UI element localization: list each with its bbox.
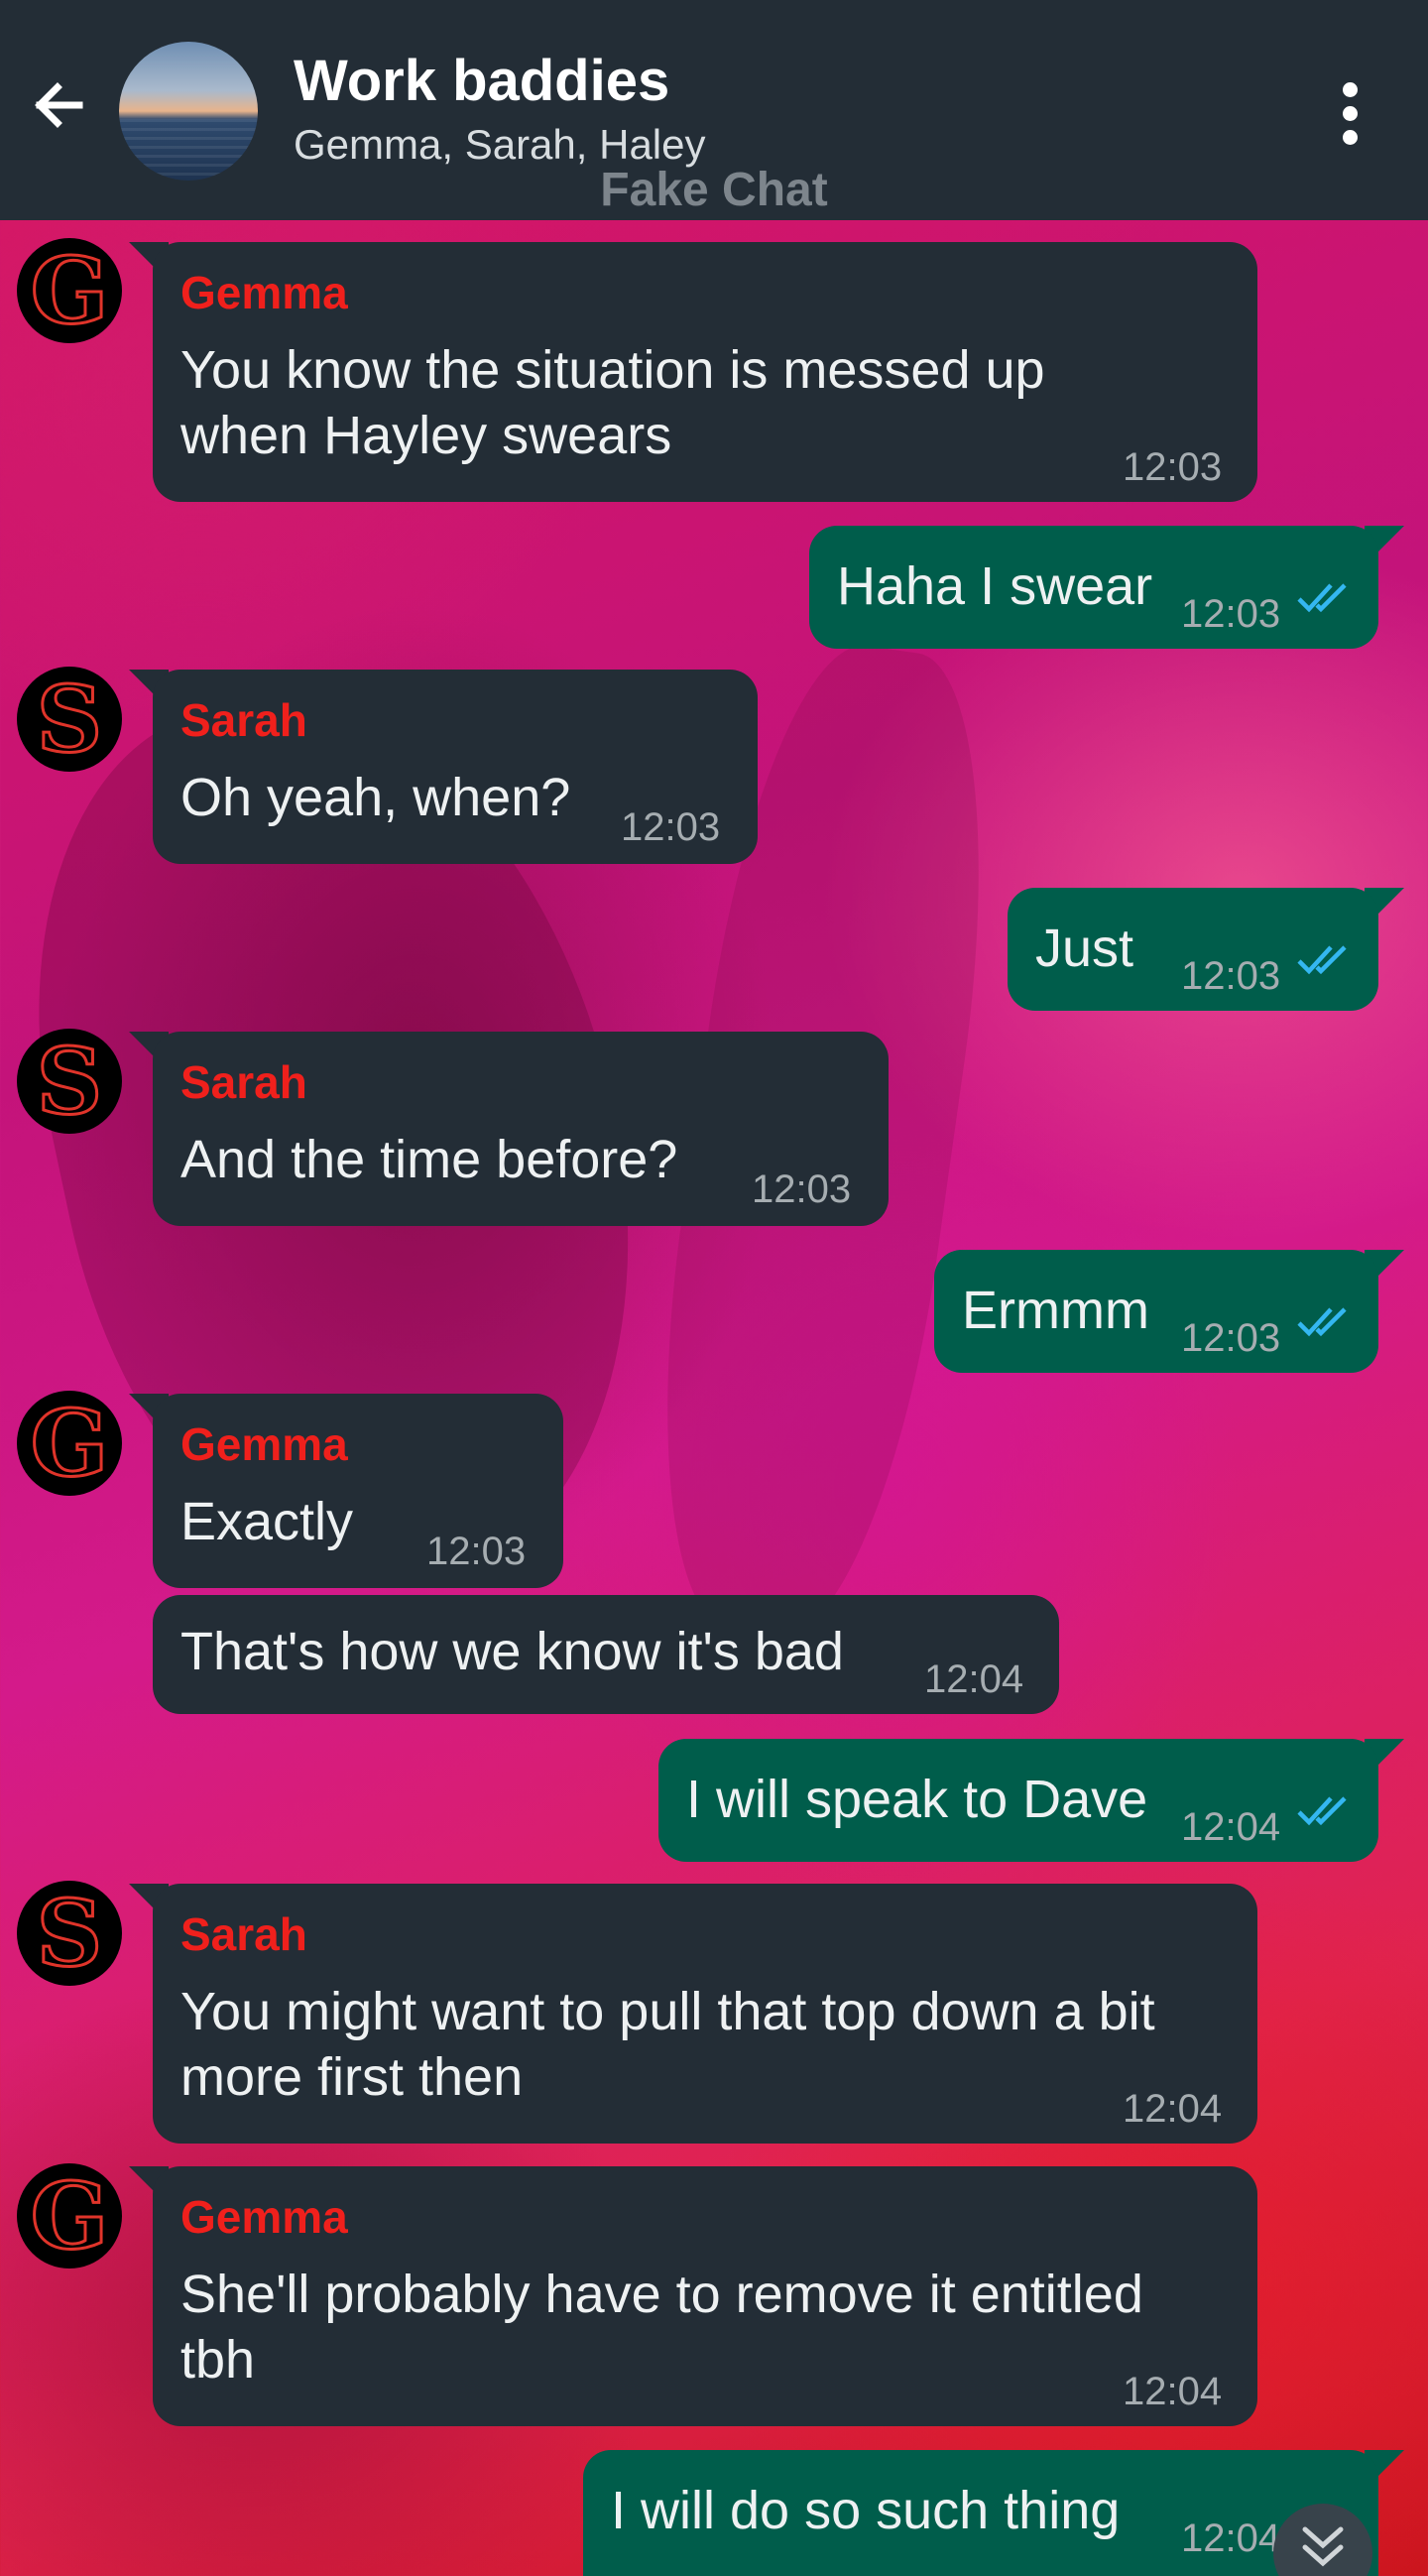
message-bubble-incoming[interactable]: Gemma You know the situation is messed u… bbox=[153, 242, 1257, 502]
message-text: Just bbox=[1035, 919, 1134, 978]
sender-name: Sarah bbox=[180, 694, 307, 746]
message-text: Haha I swear bbox=[837, 556, 1153, 616]
message-text: She'll probably have to remove it entitl… bbox=[180, 2265, 1143, 2324]
message-bubble-outgoing[interactable]: I will speak to Dave 12:04 bbox=[658, 1739, 1378, 1862]
message-text: tbh bbox=[180, 2330, 256, 2390]
sender-name: Sarah bbox=[180, 1908, 307, 1960]
message-text: I will speak to Dave bbox=[686, 1770, 1148, 1829]
message-text: That's how we know it's bad bbox=[180, 1622, 844, 1681]
sender-avatar[interactable]: G bbox=[17, 1390, 122, 1498]
double-chevron-down-icon bbox=[1302, 2526, 1344, 2567]
sender-name: Gemma bbox=[180, 2191, 348, 2243]
double-check-icon bbox=[1297, 945, 1347, 975]
chat-title[interactable]: Work baddies bbox=[294, 48, 669, 114]
chat-participants[interactable]: Gemma, Sarah, Haley bbox=[294, 121, 706, 169]
double-check-icon bbox=[1297, 1796, 1347, 1826]
message-bubble-outgoing[interactable]: Ermmm 12:03 bbox=[934, 1250, 1378, 1373]
sender-name: Gemma bbox=[180, 267, 348, 318]
message-time: 12:04 bbox=[1123, 2370, 1223, 2413]
message-bubble-outgoing[interactable]: Just 12:03 bbox=[1008, 888, 1378, 1011]
message-time: 12:04 bbox=[924, 1657, 1024, 1701]
message-time: 12:04 bbox=[1181, 2516, 1281, 2560]
chat-header: Work baddies Gemma, Sarah, Haley Fake Ch… bbox=[0, 0, 1428, 220]
message-bubble-outgoing[interactable]: I will do so such thing 12:04 bbox=[583, 2450, 1378, 2576]
message-text: Oh yeah, when? bbox=[180, 768, 571, 827]
message-text: And the time before? bbox=[180, 1130, 678, 1189]
message-text: Exactly bbox=[180, 1492, 354, 1551]
message-time: 12:03 bbox=[1181, 1316, 1281, 1360]
message-time: 12:04 bbox=[1123, 2087, 1223, 2131]
message-text: You might want to pull that top down a b… bbox=[180, 1982, 1155, 2041]
more-vert-icon[interactable] bbox=[1325, 79, 1376, 149]
message-time: 12:03 bbox=[1181, 954, 1281, 998]
message-text: I will do so such thing bbox=[611, 2481, 1121, 2540]
message-bubble-incoming[interactable]: That's how we know it's bad 12:04 bbox=[153, 1595, 1059, 1714]
message-bubble-incoming[interactable]: Gemma Exactly 12:03 bbox=[153, 1394, 563, 1588]
message-text: You know the situation is messed up bbox=[180, 340, 1045, 400]
message-time: 12:03 bbox=[1123, 445, 1223, 489]
double-check-icon bbox=[1297, 1307, 1347, 1337]
scroll-to-bottom-button[interactable] bbox=[1273, 2504, 1372, 2576]
message-time: 12:03 bbox=[752, 1167, 852, 1211]
message-time: 12:03 bbox=[426, 1530, 527, 1573]
sender-avatar[interactable]: G bbox=[17, 237, 122, 345]
message-text: Ermmm bbox=[962, 1281, 1149, 1340]
sender-avatar[interactable]: S bbox=[17, 666, 122, 774]
message-time: 12:04 bbox=[1181, 1805, 1281, 1849]
sender-avatar[interactable]: S bbox=[17, 1880, 122, 1988]
message-bubble-outgoing[interactable]: Haha I swear 12:03 bbox=[809, 526, 1378, 649]
group-avatar[interactable] bbox=[119, 42, 258, 181]
message-bubble-incoming[interactable]: Gemma She'll probably have to remove it … bbox=[153, 2166, 1257, 2426]
message-time: 12:03 bbox=[1181, 592, 1281, 636]
double-check-icon bbox=[1297, 583, 1347, 613]
sender-avatar[interactable]: G bbox=[17, 2162, 122, 2270]
back-arrow-icon[interactable] bbox=[24, 69, 95, 141]
message-time: 12:03 bbox=[621, 805, 721, 849]
message-text: when Hayley swears bbox=[180, 406, 672, 465]
message-bubble-incoming[interactable]: Sarah Oh yeah, when? 12:03 bbox=[153, 670, 758, 864]
message-bubble-incoming[interactable]: Sarah You might want to pull that top do… bbox=[153, 1884, 1257, 2144]
sender-name: Sarah bbox=[180, 1056, 307, 1108]
watermark-text: Fake Chat bbox=[600, 164, 828, 216]
message-text: more first then bbox=[180, 2047, 524, 2107]
sender-avatar[interactable]: S bbox=[17, 1028, 122, 1136]
sender-name: Gemma bbox=[180, 1418, 348, 1470]
message-bubble-incoming[interactable]: Sarah And the time before? 12:03 bbox=[153, 1032, 889, 1226]
